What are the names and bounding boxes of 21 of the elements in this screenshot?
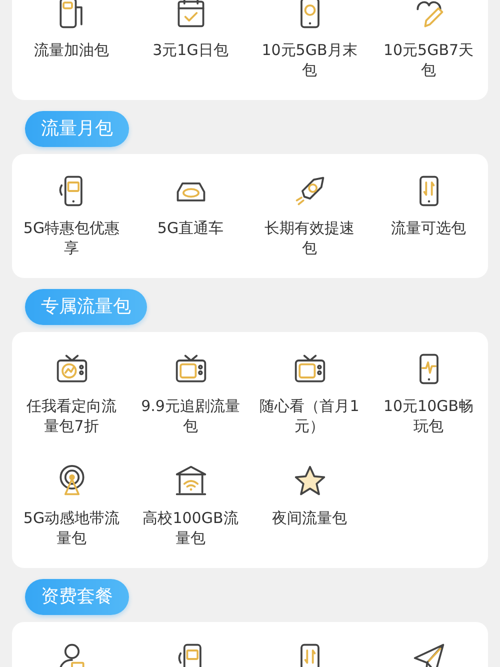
- package-label[interactable]: 10元5GB7天包: [376, 40, 480, 80]
- package-label[interactable]: 长期有效提速包: [258, 218, 362, 258]
- section-title: 流量月包: [25, 111, 129, 147]
- package-label[interactable]: 10元5GB月末包: [258, 40, 362, 80]
- section-title: 专属流量包: [25, 289, 147, 325]
- package-label[interactable]: 3元1G日包: [138, 40, 242, 60]
- package-label[interactable]: 5G特惠包优惠享: [20, 218, 124, 258]
- building-wifi-icon[interactable]: [174, 464, 208, 498]
- package-label[interactable]: 流量可选包: [376, 218, 480, 238]
- package-label[interactable]: 随心看（首月1元）: [258, 396, 362, 436]
- package-label[interactable]: 5G直通车: [138, 218, 242, 238]
- paper-plane-icon[interactable]: [412, 642, 446, 667]
- package-label[interactable]: 流量加油包: [20, 40, 124, 60]
- package-label[interactable]: 任我看定向流量包7折: [20, 396, 124, 436]
- package-label[interactable]: 9.9元追剧流量包: [138, 396, 242, 436]
- package-label[interactable]: 高校100GB流量包: [138, 508, 242, 548]
- package-label[interactable]: 10元10GB畅玩包: [376, 396, 480, 436]
- package-label[interactable]: 5G动感地带流量包: [20, 508, 124, 548]
- star-icon[interactable]: [292, 464, 326, 498]
- package-label[interactable]: 夜间流量包: [258, 508, 362, 528]
- section-title: 资费套餐: [25, 579, 129, 615]
